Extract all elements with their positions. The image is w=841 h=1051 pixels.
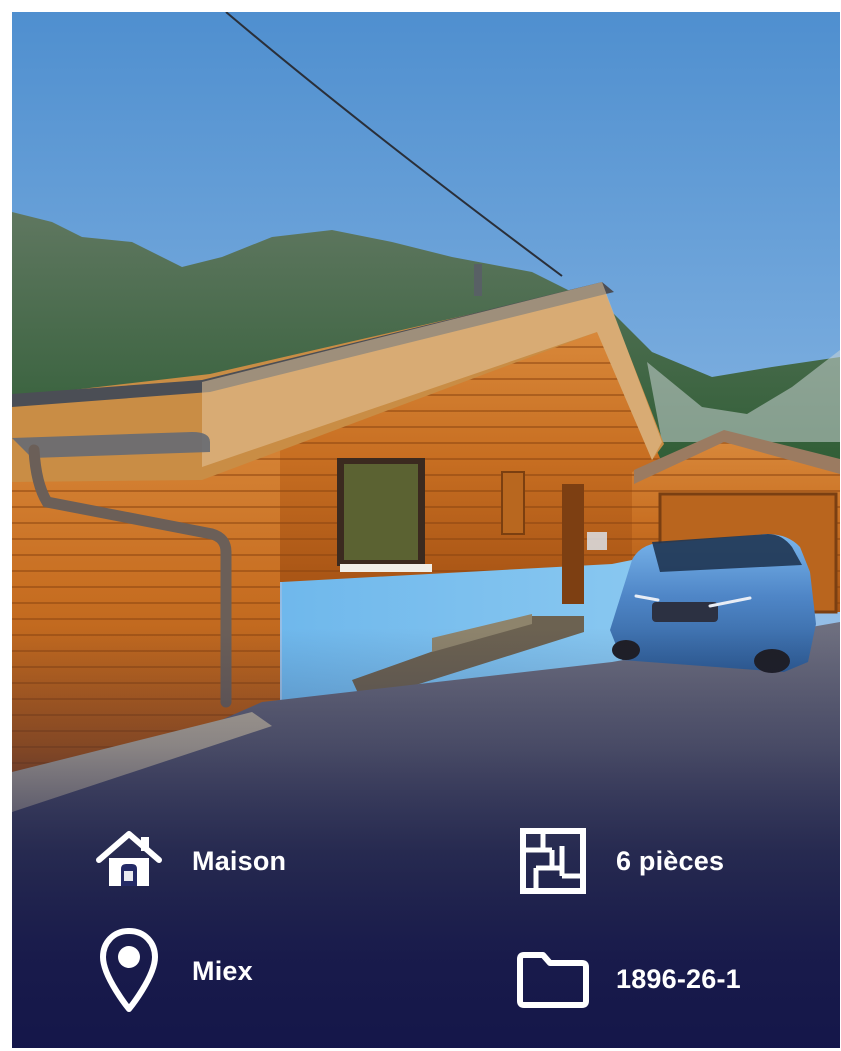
feature-rooms: 6 pièces <box>514 826 724 896</box>
feature-rooms-label: 6 pièces <box>616 845 725 876</box>
listing-card: Maison 6 pièces Miex 1896-26-1 <box>12 12 840 1048</box>
house-icon <box>90 826 168 896</box>
door <box>562 484 584 604</box>
folder-icon <box>514 944 592 1014</box>
car-grille <box>652 602 718 622</box>
floorplan-icon <box>514 826 592 896</box>
chimney-pipe <box>474 264 482 296</box>
feature-location-label: Miex <box>192 955 253 986</box>
feature-reference-label: 1896-26-1 <box>616 963 741 994</box>
location-pin-icon <box>90 928 168 1012</box>
feature-reference: 1896-26-1 <box>514 944 741 1014</box>
feature-type: Maison <box>90 826 286 896</box>
car-wheel-front-left <box>612 640 640 660</box>
feature-type-label: Maison <box>192 845 287 876</box>
car-wheel-front-right <box>754 649 790 673</box>
window-small <box>501 471 525 535</box>
feature-location: Miex <box>90 928 253 1012</box>
feature-list: Maison 6 pièces Miex 1896-26-1 <box>12 818 840 1018</box>
